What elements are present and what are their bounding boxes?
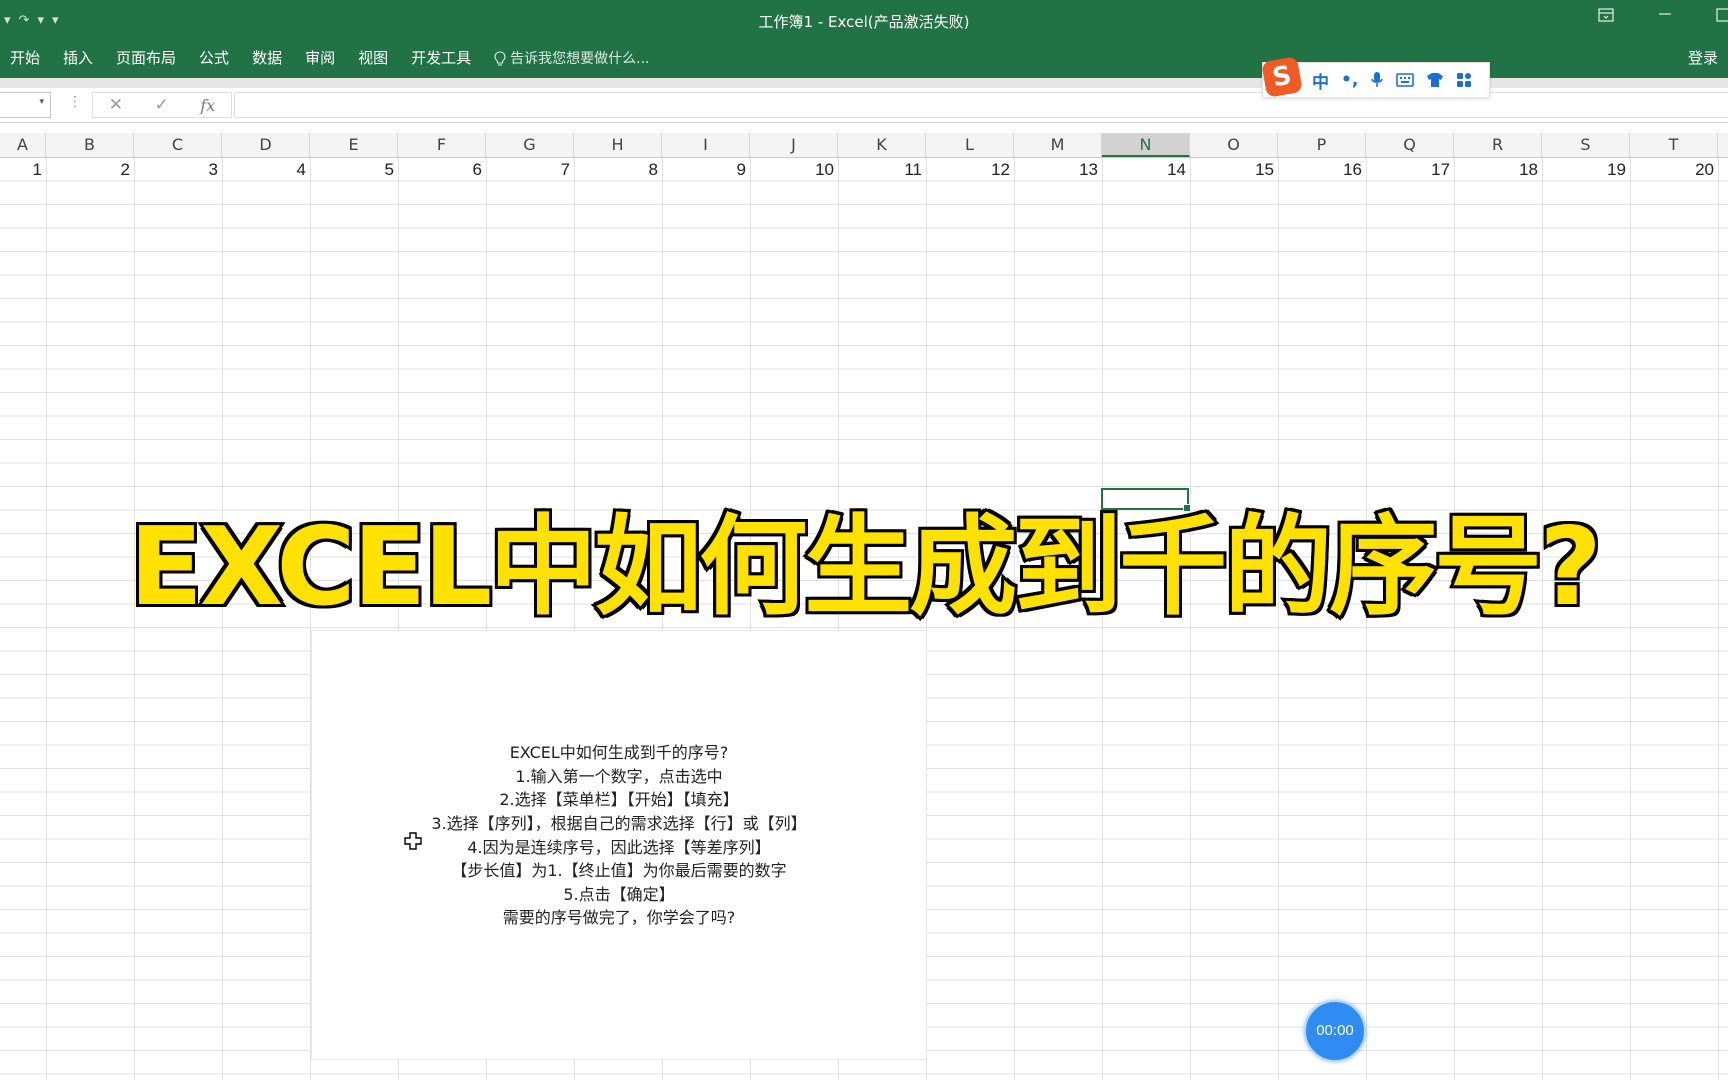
column-header-r[interactable]: R (1454, 133, 1542, 157)
column-header-o[interactable]: O (1190, 133, 1278, 157)
column-header-j[interactable]: J (750, 133, 838, 157)
cell-q1[interactable]: 17 (1362, 160, 1450, 180)
enter-icon[interactable]: ✓ (155, 95, 169, 115)
column-header-e[interactable]: E (310, 133, 398, 157)
ribbon-tabs: 开始 插入 页面布局 公式 数据 审阅 视图 开发工具 告诉我您想要做什么... (0, 46, 661, 72)
formula-input[interactable] (234, 92, 1728, 118)
column-header-c[interactable]: C (134, 133, 222, 157)
cell-c1[interactable]: 3 (130, 160, 218, 180)
sign-in-link[interactable]: 登录 (1688, 47, 1718, 68)
cell-i1[interactable]: 9 (658, 160, 746, 180)
cell-j1[interactable]: 10 (746, 160, 834, 180)
column-header-b[interactable]: B (46, 133, 134, 157)
cell-cursor-icon (404, 832, 422, 850)
column-header-q[interactable]: Q (1366, 133, 1454, 157)
insert-function-icon[interactable]: fx (200, 96, 215, 115)
cell-l1[interactable]: 12 (922, 160, 1010, 180)
note-line-6: 【步长值】为1.【终止值】为你最后需要的数字 (451, 861, 787, 880)
ime-punctuation-toggle[interactable]: •, (1341, 70, 1358, 90)
sogou-logo[interactable]: S (1261, 56, 1303, 98)
apps-icon[interactable] (1456, 72, 1472, 88)
keyboard-icon[interactable] (1396, 73, 1415, 87)
note-line-2: 1.输入第一个数字，点击选中 (515, 767, 723, 786)
tell-me-search[interactable]: 告诉我您想要做什么... (483, 46, 661, 72)
name-box[interactable]: ▾ (0, 92, 51, 118)
recording-timer[interactable]: 00:00 (1304, 1000, 1366, 1062)
cell-h1[interactable]: 8 (570, 160, 658, 180)
column-header-k[interactable]: K (838, 133, 926, 157)
cell-g1[interactable]: 7 (482, 160, 570, 180)
tab-page-layout[interactable]: 页面布局 (105, 46, 188, 72)
tab-view[interactable]: 视图 (347, 46, 400, 72)
tab-developer[interactable]: 开发工具 (400, 46, 483, 72)
column-header-g[interactable]: G (486, 133, 574, 157)
cell-o1[interactable]: 15 (1186, 160, 1274, 180)
cell-n1[interactable]: 14 (1098, 160, 1186, 180)
formula-buttons: ✕ ✓ fx (92, 92, 232, 118)
tab-data[interactable]: 数据 (241, 46, 294, 72)
column-header-l[interactable]: L (926, 133, 1014, 157)
tab-home[interactable]: 开始 (0, 46, 52, 72)
cell-k1[interactable]: 11 (834, 160, 922, 180)
cell-p1[interactable]: 16 (1274, 160, 1362, 180)
cell-s1[interactable]: 19 (1538, 160, 1626, 180)
column-header-n[interactable]: N (1102, 133, 1190, 157)
cell-f1[interactable]: 6 (394, 160, 482, 180)
note-line-3: 2.选择【菜单栏】【开始】【填充】 (499, 790, 739, 809)
row-1: 1 2 3 4 5 6 7 8 9 10 11 12 13 14 15 16 1… (0, 158, 1728, 182)
title-bar: ▾ ↷ ▾ ▾ 工作簿1 - Excel(产品激活失败) (0, 0, 1728, 40)
cell-m1[interactable]: 13 (1010, 160, 1098, 180)
tab-review[interactable]: 审阅 (294, 46, 347, 72)
ime-toolbar: S 中 •, (1261, 56, 1490, 98)
column-header-t[interactable]: T (1630, 133, 1718, 157)
column-header-f[interactable]: F (398, 133, 486, 157)
ime-mode-toggle[interactable]: 中 (1312, 68, 1329, 93)
window-title: 工作簿1 - Excel(产品激活失败) (758, 13, 970, 31)
name-box-dropdown-icon[interactable]: ▾ (39, 97, 44, 107)
cell-b1[interactable]: 2 (42, 160, 130, 180)
cell-e1[interactable]: 5 (306, 160, 394, 180)
column-header-s[interactable]: S (1542, 133, 1630, 157)
column-header-a[interactable]: A (0, 133, 46, 157)
formula-bar-grip-icon[interactable]: ⋮ (68, 94, 82, 110)
note-line-4: 3.选择【序列】，根据自己的需求选择【行】或【列】 (431, 814, 807, 833)
tab-insert[interactable]: 插入 (52, 46, 105, 72)
ribbon-display-options-icon[interactable] (1598, 8, 1614, 26)
column-header-i[interactable]: I (662, 133, 750, 157)
cell-t1[interactable]: 20 (1626, 160, 1714, 180)
column-header-h[interactable]: H (574, 133, 662, 157)
skin-icon[interactable] (1426, 72, 1444, 88)
column-header-m[interactable]: M (1014, 133, 1102, 157)
tab-formulas[interactable]: 公式 (188, 46, 241, 72)
minimize-icon[interactable] (1658, 6, 1672, 24)
microphone-icon[interactable] (1370, 71, 1384, 89)
note-line-7: 5.点击【确定】 (563, 885, 675, 904)
column-header-d[interactable]: D (222, 133, 310, 157)
cell-d1[interactable]: 4 (218, 160, 306, 180)
video-overlay-title: EXCEL中如何生成到千的序号? (126, 502, 1605, 633)
column-headers: A B C D E F G H I J K L M N O P Q R S T (0, 133, 1728, 158)
note-line-8: 需要的序号做完了，你学会了吗? (502, 908, 736, 927)
cell-a1[interactable]: 1 (0, 160, 42, 180)
note-line-1: EXCEL中如何生成到千的序号? (509, 743, 729, 762)
maximize-icon[interactable] (1716, 8, 1728, 26)
column-header-p[interactable]: P (1278, 133, 1366, 157)
tell-me-text: 告诉我您想要做什么... (510, 51, 650, 67)
cancel-icon[interactable]: ✕ (109, 95, 123, 115)
cell-r1[interactable]: 18 (1450, 160, 1538, 180)
lightbulb-icon (494, 51, 506, 67)
